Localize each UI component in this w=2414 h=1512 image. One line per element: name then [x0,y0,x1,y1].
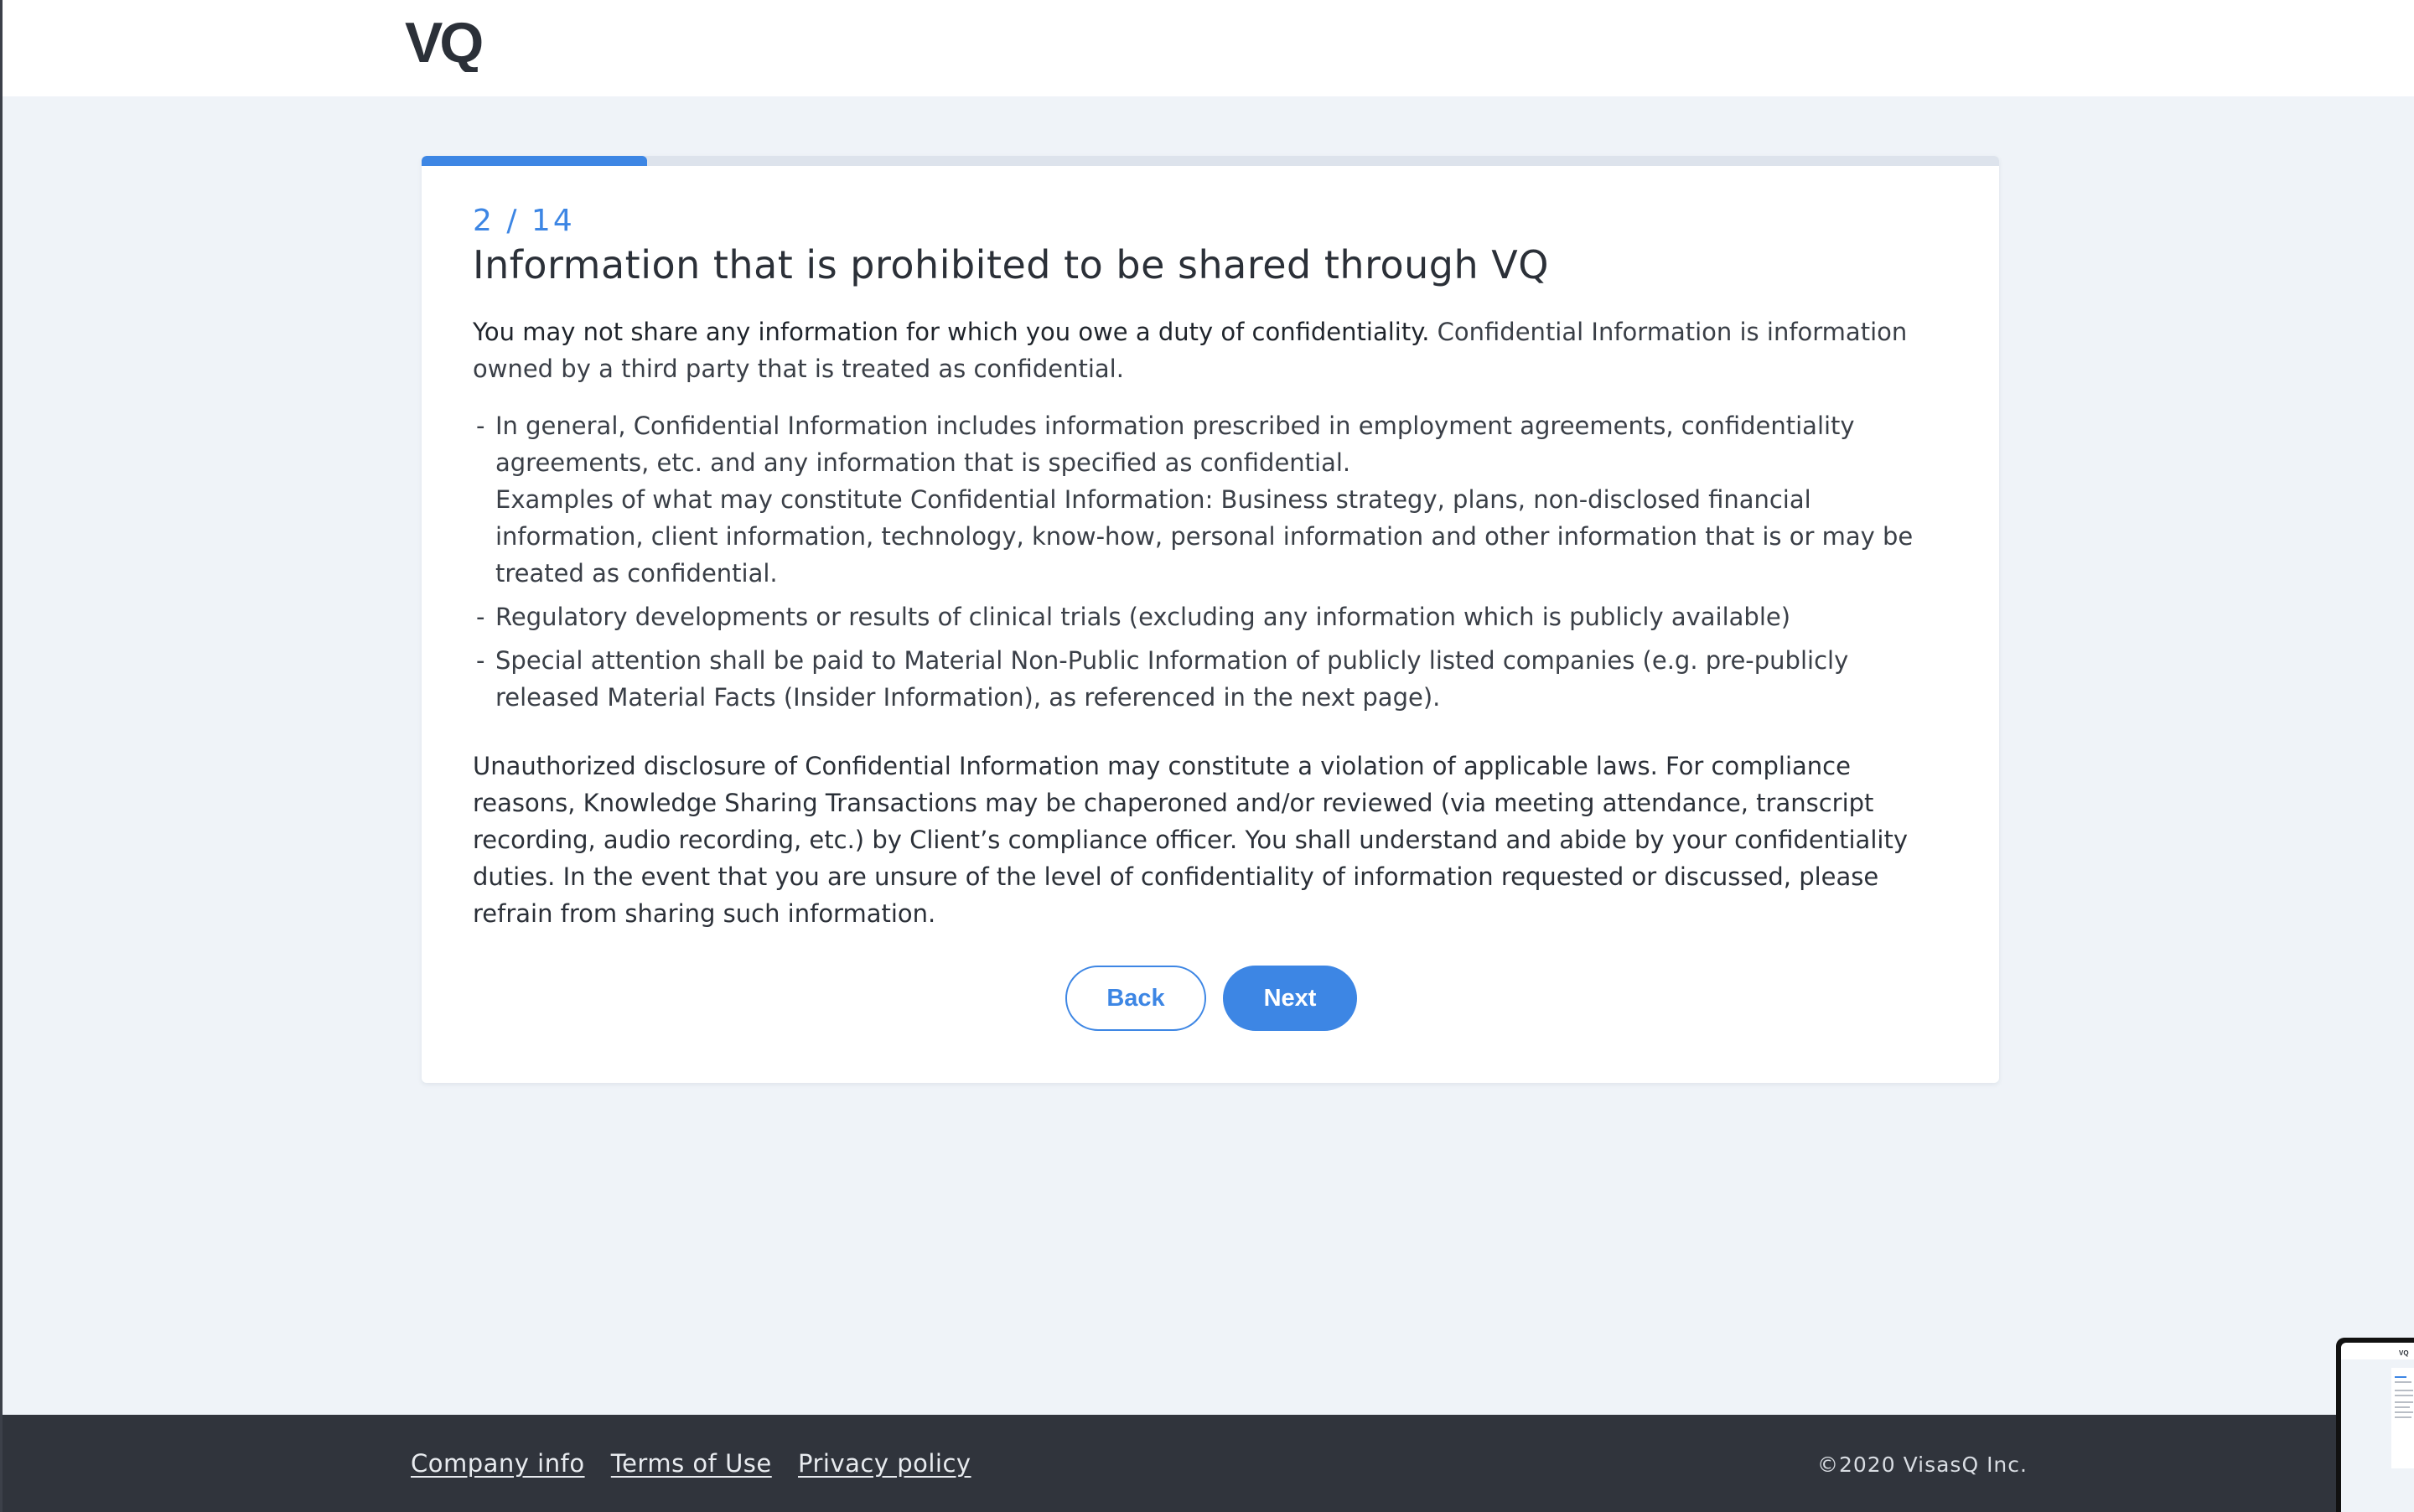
list-item: - Regulatory developments or results of … [473,598,1931,635]
list-item: - Special attention shall be paid to Mat… [473,642,1931,716]
list-item-text: Special attention shall be paid to Mater… [495,646,1849,712]
vq-logo[interactable]: VQ [405,13,497,72]
intro-strong-text: You may not share any information for wh… [473,318,1430,346]
card-body: 2 / 14 Information that is prohibited to… [473,203,1931,932]
footer-link-company-info[interactable]: Company info [411,1449,585,1478]
back-button[interactable]: Back [1065,966,1206,1031]
confidentiality-card: 2 / 14 Information that is prohibited to… [422,156,1999,1083]
progress-fill [422,156,648,166]
thumbnail-line [2395,1411,2413,1413]
thumbnail-line [2395,1395,2413,1396]
thumbnail-line [2395,1390,2413,1391]
step-indicator: 2 / 14 [473,204,575,238]
next-button[interactable]: Next [1223,966,1357,1031]
site-header: VQ [3,0,2414,96]
thumbnail-line [2395,1381,2411,1383]
page-title: Information that is prohibited to be sha… [473,242,1549,287]
svg-text:VQ: VQ [405,13,482,72]
thumbnail-card [2391,1368,2414,1468]
screenshot-thumbnail[interactable]: VQ [2336,1338,2414,1512]
intro-paragraph: You may not share any information for wh… [473,313,1931,387]
navigation-buttons: Back Next [422,966,1999,1033]
list-item-subtext: Examples of what may constitute Confiden… [495,485,1914,588]
list-item-text: Regulatory developments or results of cl… [495,603,1791,631]
thumbnail-line [2395,1416,2411,1418]
list-item-text: In general, Confidential Information inc… [495,412,1855,477]
copyright-text: ©2020 VisasQ Inc. [1817,1452,2028,1477]
site-footer: Company info Terms of Use Privacy policy… [3,1415,2414,1512]
footer-link-terms-of-use[interactable]: Terms of Use [611,1449,772,1478]
thumbnail-line [2395,1376,2406,1378]
dash-bullet: - [476,603,485,631]
thumbnail-line [2395,1406,2410,1408]
closing-paragraph: Unauthorized disclosure of Confidential … [473,752,1908,928]
confidential-info-list: - In general, Confidential Information i… [473,407,1931,716]
dash-bullet: - [476,412,485,440]
thumbnail-preview: VQ [2341,1343,2414,1512]
footer-link-privacy-policy[interactable]: Privacy policy [798,1449,971,1478]
thumbnail-logo: VQ [2399,1349,2409,1357]
page: VQ 2 / 14 Information that is prohibited… [0,0,2414,1512]
thumbnail-line [2395,1401,2413,1403]
progress-track [422,156,1999,166]
footer-links: Company info Terms of Use Privacy policy [411,1447,990,1480]
list-item: - In general, Confidential Information i… [473,407,1931,592]
dash-bullet: - [476,646,485,675]
